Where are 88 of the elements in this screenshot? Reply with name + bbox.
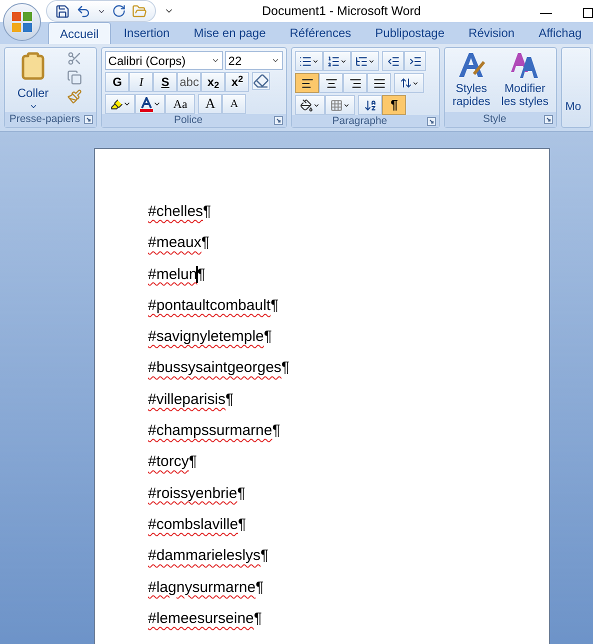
folder-icon[interactable]	[132, 4, 147, 18]
ribbon-tab[interactable]: Références	[278, 22, 362, 44]
format-button[interactable]: x$^{2}$	[225, 72, 250, 92]
group-title: Style	[482, 114, 508, 125]
document-line: #lemeesurseine¶	[148, 608, 262, 629]
ribbon-tab[interactable]: Révision	[458, 22, 526, 44]
decrease-indent-icon	[386, 54, 400, 68]
highlighter-icon	[110, 98, 123, 110]
grow-font-button[interactable]: A	[198, 94, 222, 114]
minimize-icon[interactable]	[540, 13, 552, 15]
office-logo-icon	[11, 11, 33, 33]
document-line: #meaux¶	[148, 233, 210, 254]
format-button[interactable]: abc	[177, 72, 202, 92]
dialog-launcher-icon[interactable]	[274, 116, 284, 125]
format-button[interactable]: I	[129, 72, 154, 92]
align-button[interactable]	[319, 73, 344, 93]
document-line: #villeparisis¶	[148, 390, 234, 410]
ribbon-tab[interactable]: Affichag	[528, 22, 593, 44]
bullet-list-icon	[299, 54, 312, 68]
paint-bucket-icon	[300, 98, 314, 112]
shading-button[interactable]	[295, 95, 326, 115]
document-line: #combslaville¶	[148, 514, 246, 535]
ribbon-tab[interactable]: Mise en page	[182, 22, 277, 44]
document-line: #bussysaintgeorges¶	[148, 358, 290, 378]
document-line: #torcy¶	[148, 452, 197, 472]
align-button[interactable]	[295, 73, 320, 93]
line-spacing-button[interactable]	[394, 73, 424, 93]
multilevel-list-button[interactable]	[351, 51, 380, 71]
window-title: Document1 - Microsoft Word	[262, 2, 421, 20]
align-button[interactable]	[367, 73, 392, 93]
numbered-list-icon	[327, 54, 340, 68]
save-icon[interactable]	[55, 4, 70, 18]
cut-icon[interactable]	[67, 51, 82, 66]
sort-icon	[364, 98, 377, 112]
font-family-field[interactable]: Calibri (Corps)	[105, 51, 224, 70]
dialog-launcher-icon[interactable]	[544, 115, 554, 124]
ribbon-tab[interactable]: Accueil	[48, 22, 111, 44]
sort-button[interactable]	[358, 95, 382, 115]
document-line: #chelles¶	[148, 202, 212, 222]
group-title: Presse-papiers	[8, 114, 81, 125]
format-button[interactable]: x$_{2}$	[201, 72, 226, 92]
quick-styles-button[interactable]: Styles rapides	[447, 50, 496, 112]
redo-icon[interactable]	[112, 4, 126, 18]
align-justify-icon	[372, 76, 386, 90]
bullets-button[interactable]	[295, 51, 324, 71]
document-line: #champssurmarne¶	[148, 421, 280, 442]
format-button[interactable]: G	[105, 72, 130, 92]
align-left-icon	[300, 76, 314, 90]
ribbon-tab[interactable]: Insertion	[112, 22, 181, 44]
copy-icon[interactable]	[67, 70, 82, 85]
change-styles-icon	[510, 50, 540, 80]
decrease-indent-button[interactable]	[382, 51, 404, 71]
office-button[interactable]	[3, 3, 41, 41]
quick-styles-icon	[456, 50, 486, 80]
dialog-launcher-icon[interactable]	[427, 116, 436, 126]
document-line: #melun¶	[148, 264, 206, 286]
line-spacing-icon	[400, 77, 412, 89]
format-painter-icon[interactable]	[67, 89, 82, 104]
font-size-field[interactable]: 22	[225, 51, 284, 70]
align-center-icon	[324, 76, 338, 90]
borders-icon	[330, 98, 344, 112]
increase-indent-icon	[408, 54, 422, 68]
document-line: #pontaultcombault¶	[148, 296, 279, 316]
clear-format-icon[interactable]	[252, 72, 270, 90]
group-title: Police	[172, 115, 204, 126]
document-line: #lagnysurmarne¶	[148, 578, 264, 598]
document-line: #roissyenbrie¶	[148, 484, 246, 504]
paste-button[interactable]: Coller	[9, 51, 57, 112]
align-button[interactable]	[343, 73, 368, 93]
numbering-button[interactable]	[323, 51, 352, 71]
shrink-font-button[interactable]: A	[222, 94, 246, 114]
dialog-launcher-icon[interactable]	[84, 115, 94, 124]
align-right-icon	[348, 76, 362, 90]
show-marks-button[interactable]: ¶	[382, 95, 406, 115]
increase-indent-button[interactable]	[404, 51, 426, 71]
font-color-icon	[140, 96, 153, 112]
ribbon-tab[interactable]: Publipostage	[364, 22, 456, 44]
multilevel-list-icon	[355, 54, 368, 68]
document-line: #savignyletemple¶	[148, 327, 272, 348]
change-styles-button[interactable]: Modifier les styles	[496, 50, 554, 112]
group-title: Paragraphe	[331, 116, 388, 126]
change-case-button[interactable]: Aa	[165, 94, 196, 114]
format-button[interactable]: S	[153, 72, 178, 92]
maximize-icon[interactable]	[583, 8, 593, 18]
highlight-button[interactable]	[105, 94, 136, 114]
font-color-button[interactable]	[135, 94, 166, 114]
undo-icon[interactable]	[76, 4, 91, 18]
document-line: #dammarieleslys¶	[148, 546, 269, 566]
